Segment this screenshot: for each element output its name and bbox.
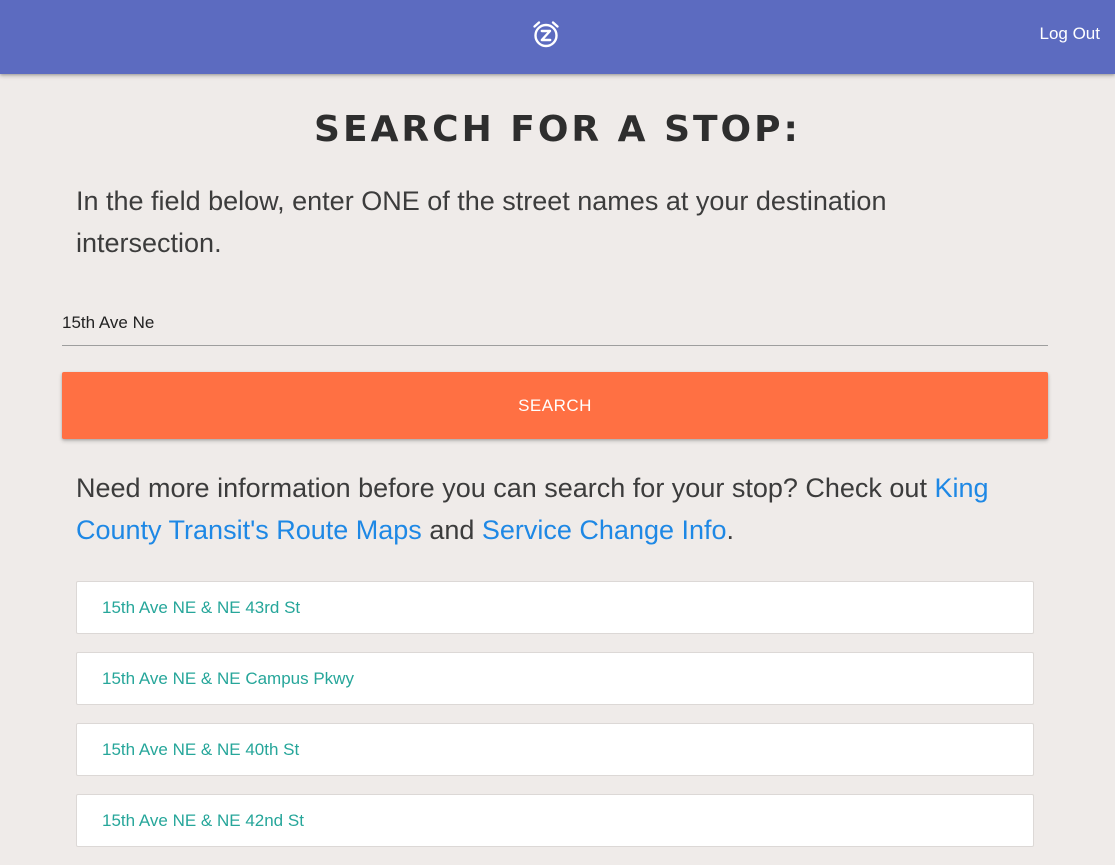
stop-result-item[interactable]: 15th Ave NE & NE 40th St: [76, 723, 1034, 776]
service-change-link[interactable]: Service Change Info: [482, 515, 727, 545]
search-button[interactable]: SEARCH: [62, 372, 1048, 439]
stop-result-label: 15th Ave NE & NE 43rd St: [102, 597, 301, 617]
stop-result-item[interactable]: 15th Ave NE & NE 42nd St: [76, 794, 1034, 847]
help-text-and: and: [421, 515, 482, 545]
stop-result-label: 15th Ave NE & NE Campus Pkwy: [102, 668, 354, 688]
help-text: Need more information before you can sea…: [76, 467, 1036, 551]
top-navbar: Log Out: [0, 0, 1115, 74]
help-text-prefix: Need more information before you can sea…: [76, 473, 935, 503]
stop-results-list: 15th Ave NE & NE 43rd St 15th Ave NE & N…: [76, 581, 1034, 865]
search-instructions: In the field below, enter ONE of the str…: [76, 186, 887, 258]
street-search-input[interactable]: [62, 300, 1048, 346]
stop-result-item[interactable]: 15th Ave NE & NE 43rd St: [76, 581, 1034, 634]
page-title: Search for a stop:: [314, 109, 801, 150]
logout-link[interactable]: Log Out: [1040, 24, 1101, 44]
stop-result-item[interactable]: 15th Ave NE & NE Campus Pkwy: [76, 652, 1034, 705]
alarm-clock-icon[interactable]: [531, 19, 561, 49]
stop-result-label: 15th Ave NE & NE 42nd St: [102, 810, 304, 830]
stop-result-label: 15th Ave NE & NE 40th St: [102, 739, 300, 759]
help-text-period: .: [726, 515, 735, 545]
